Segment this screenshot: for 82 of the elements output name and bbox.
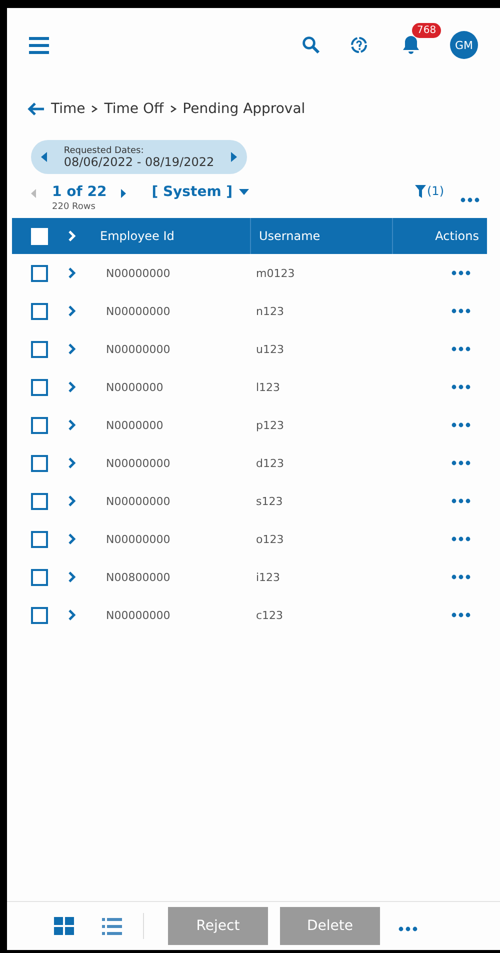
help-icon[interactable] [350,36,368,54]
row-checkbox[interactable] [31,302,48,320]
page-indicator: 1 of 22 [52,184,107,200]
table-cell-text: n123 [255,304,285,318]
row-actions-icon[interactable] [451,536,471,542]
row-actions-icon[interactable] [451,498,471,504]
row-checkbox[interactable] [31,492,48,510]
search-icon[interactable] [302,36,320,54]
chevron-right-icon[interactable] [68,342,76,354]
table-cell-text: N00000000 [105,494,172,508]
table-cell-text: u123 [255,342,285,356]
row-checkbox[interactable] [31,264,48,282]
chevron-icon [170,105,177,113]
column-header[interactable]: Employee Id [92,218,250,254]
row-count: 220 Rows [52,202,96,212]
table-cell-text: N00000000 [105,342,172,356]
row-checkbox[interactable] [31,378,48,396]
column-header[interactable]: Actions [392,218,487,254]
user-avatar[interactable]: GM [450,31,478,59]
filter-icon [415,184,426,198]
breadcrumb-item[interactable]: Time [51,101,86,117]
grid-view-icon[interactable] [53,916,75,936]
notification-badge: 768 [412,23,442,38]
row-actions-icon[interactable] [451,384,471,390]
chevron-right-icon[interactable] [68,380,76,392]
table-cell-text: m0123 [255,266,296,280]
chevron-right-icon[interactable] [68,304,76,316]
chevron-icon [91,105,98,113]
row-actions-icon[interactable] [451,422,471,428]
breadcrumb-item[interactable]: Time Off [104,101,164,117]
chevron-right-icon[interactable] [68,570,76,582]
chevron-right-icon[interactable] [68,266,76,278]
row-checkbox[interactable] [31,340,48,358]
date-range-label: Requested Dates: [64,146,145,156]
column-header[interactable]: Username [250,218,392,254]
row-checkbox[interactable] [31,530,48,548]
table-cell-text: N00000000 [105,456,172,470]
table-cell-text: i123 [255,570,282,584]
more-icon[interactable] [398,926,418,932]
view-dropdown[interactable]: [ System ] [152,184,249,200]
chevron-right-icon[interactable] [68,494,76,506]
caret-down-icon [238,189,249,195]
breadcrumb-item: Pending Approval [182,101,306,117]
caret-right-icon[interactable] [120,189,126,198]
row-actions-icon[interactable] [451,270,471,276]
table-cell-text: s123 [255,494,284,508]
chevron-right-icon[interactable] [68,418,76,430]
caret-left-icon[interactable] [41,152,47,162]
more-icon[interactable] [460,197,480,203]
table-cell-text: N0000000 [105,380,164,394]
row-actions-icon[interactable] [451,346,471,352]
table-cell-text: N00000000 [105,608,172,622]
table-cell-text: o123 [255,532,285,546]
row-checkbox[interactable] [31,568,48,586]
list-view-icon[interactable] [101,916,123,936]
table-cell-text: p123 [255,418,285,432]
select-all-checkbox[interactable] [31,228,48,244]
chevron-right-icon[interactable] [68,456,76,468]
row-actions-icon[interactable] [451,612,471,618]
table-cell-text: N00800000 [105,570,172,584]
row-checkbox[interactable] [31,454,48,472]
row-actions-icon[interactable] [451,460,471,466]
chevron-right-icon[interactable] [68,532,76,544]
menu-icon[interactable] [29,36,49,54]
row-checkbox[interactable] [31,606,48,624]
notifications-icon[interactable] [402,35,420,55]
table-cell-text: N00000000 [105,532,172,546]
table-cell-text: d123 [255,456,285,470]
row-checkbox[interactable] [31,416,48,434]
table-cell-text: l123 [255,380,282,394]
table-cell-text: N00000000 [105,304,172,318]
table-cell-text: c123 [255,608,284,622]
table-cell-text: N00000000 [105,266,172,280]
row-actions-icon[interactable] [451,308,471,314]
chevron-right-icon[interactable] [68,608,76,620]
row-actions-icon[interactable] [451,574,471,580]
date-range-value: 08/06/2022 - 08/19/2022 [64,156,214,168]
table-cell-text: N0000000 [105,418,164,432]
caret-right-icon[interactable] [230,152,237,162]
back-arrow-icon[interactable] [27,102,45,116]
filter-button[interactable]: (1) [415,184,444,198]
date-range-chip[interactable]: Requested Dates: 08/06/2022 - 08/19/2022 [31,140,247,174]
